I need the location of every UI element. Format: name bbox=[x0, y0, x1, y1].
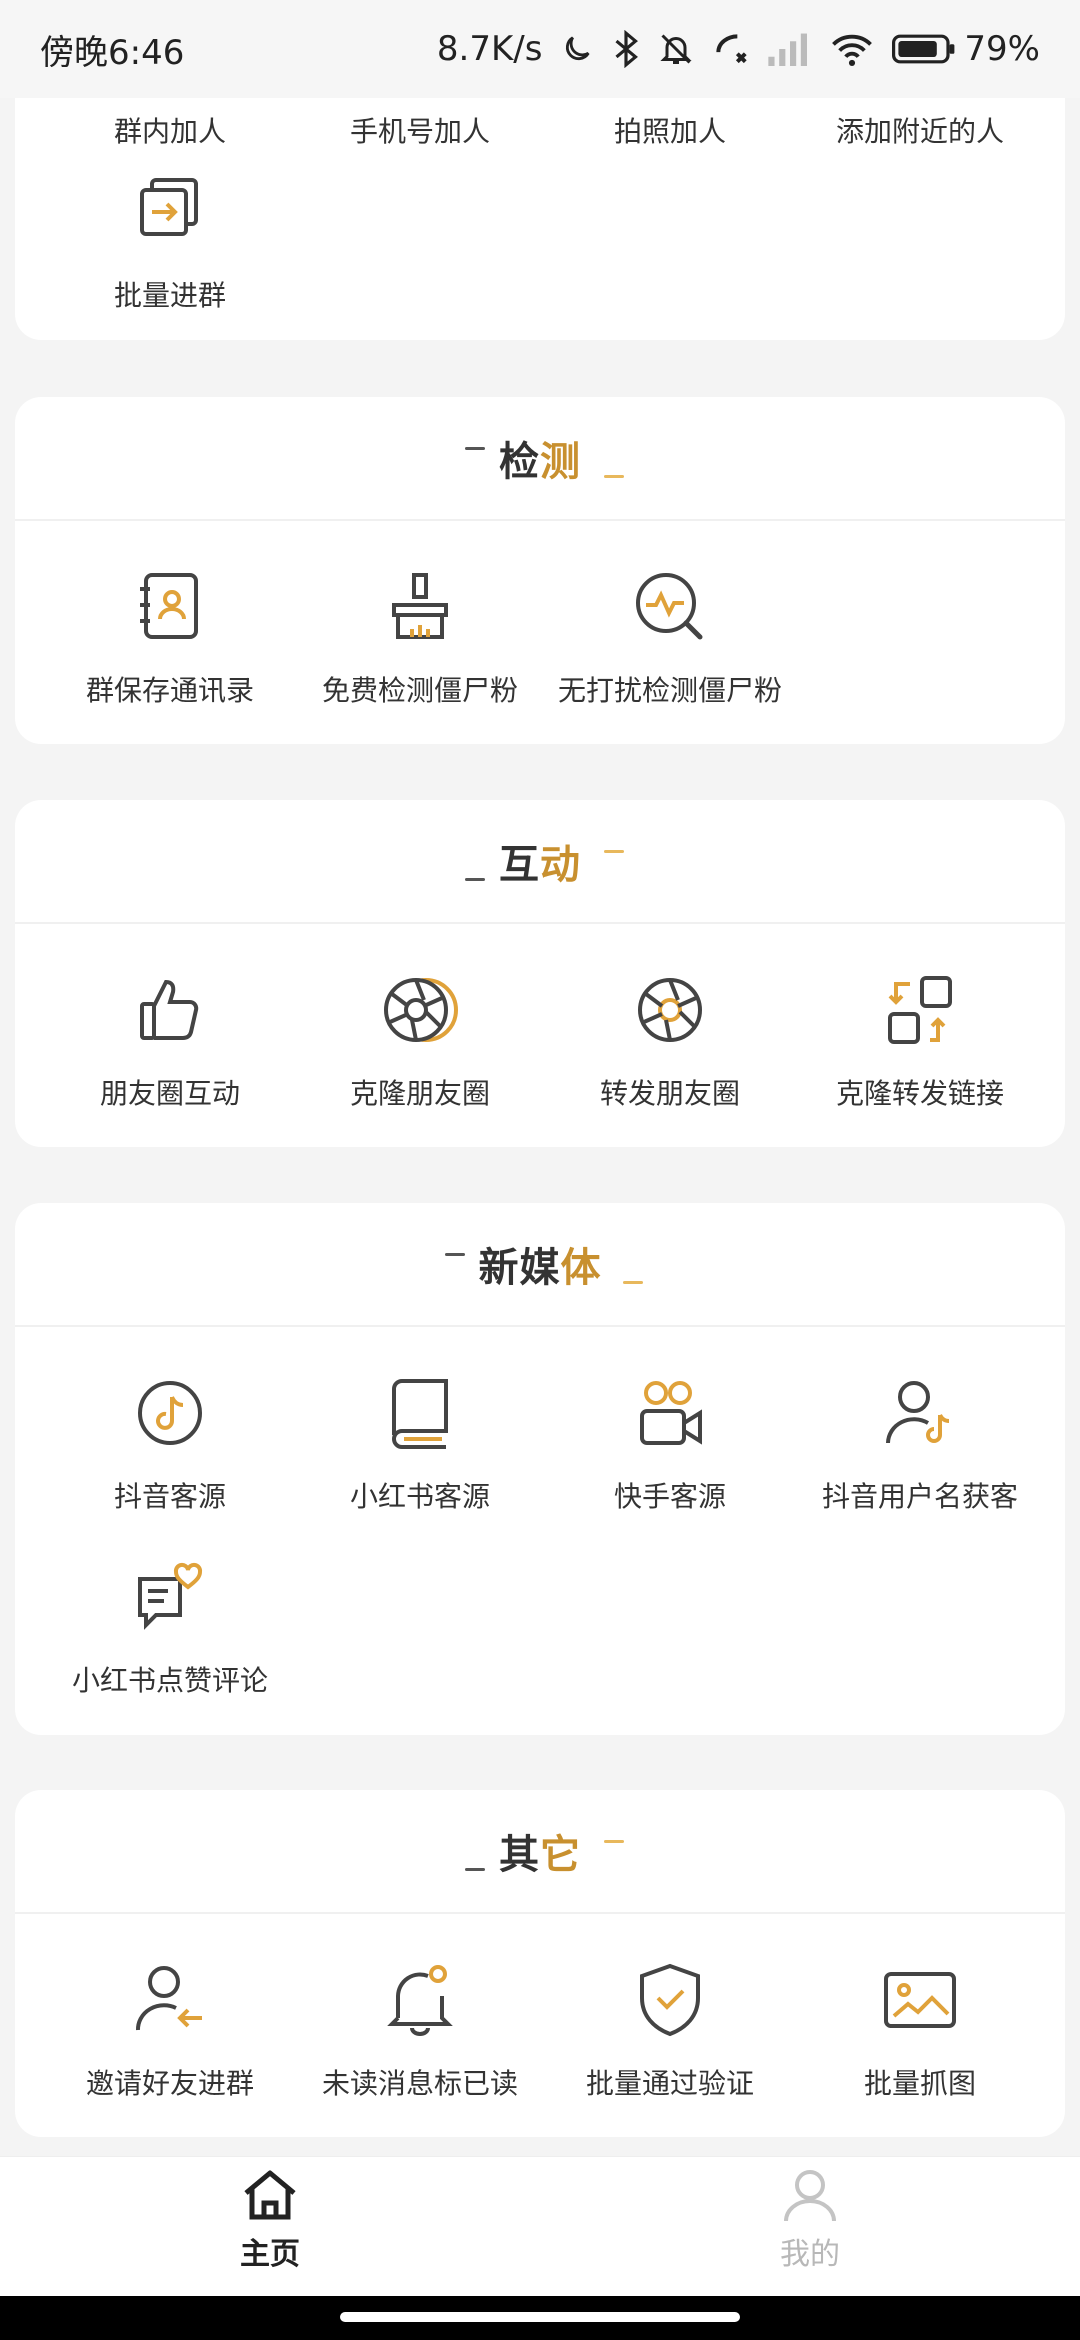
menu-item-label: 手机号加人 bbox=[349, 115, 490, 148]
menu-item-mark-read[interactable]: 未读消息标已读 bbox=[295, 1960, 545, 2102]
menu-item-label: 群保存通讯录 bbox=[85, 674, 254, 707]
menu-item-invite-friends[interactable]: 邀请好友进群 bbox=[45, 1960, 295, 2102]
menu-item-label: 未读消息标已读 bbox=[321, 2067, 518, 2100]
menu-item-batch-verify[interactable]: 批量通过验证 bbox=[545, 1960, 795, 2102]
video-camera-icon bbox=[640, 1381, 702, 1445]
battery-icon bbox=[892, 34, 955, 64]
menu-item-save-contacts[interactable]: 群保存通讯录 bbox=[45, 567, 295, 709]
aperture-clone-icon bbox=[384, 978, 458, 1042]
menu-item-label: 拍照加人 bbox=[613, 115, 726, 148]
section-title: 其它 bbox=[499, 1832, 581, 1878]
menu-item-forward-moments[interactable]: 转发朋友圈 bbox=[545, 970, 795, 1112]
system-home-bar bbox=[0, 2296, 1080, 2340]
menu-item-label: 邀请好友进群 bbox=[85, 2067, 254, 2100]
menu-item-batch-enter[interactable]: 批量进群 bbox=[45, 172, 295, 314]
menu-item-label: 抖音用户名获客 bbox=[821, 1480, 1018, 1513]
menu-item-label: 群内加人 bbox=[113, 115, 226, 148]
status-bar: 傍晚6:46 8.7K/s 79% bbox=[0, 0, 1080, 98]
menu-item-xhs-leads[interactable]: 小红书客源 bbox=[295, 1373, 545, 1515]
mute-bell-icon bbox=[660, 34, 693, 64]
menu-item-label: 转发朋友圈 bbox=[599, 1077, 740, 1110]
card-new-media: 新媒体 抖音客源 小红书客源 快手客源 抖音用户名获客 小红书点赞评论 bbox=[15, 1203, 1065, 1735]
wifi-icon bbox=[832, 34, 873, 66]
menu-item-silent-detect[interactable]: 无打扰检测僵尸粉 bbox=[545, 567, 795, 709]
search-pulse-icon bbox=[636, 573, 703, 640]
grid-swap-icon bbox=[888, 976, 952, 1044]
menu-item-label: 小红书点赞评论 bbox=[71, 1664, 268, 1697]
section-title: 检测 bbox=[499, 439, 581, 485]
home-indicator[interactable] bbox=[340, 2312, 740, 2322]
battery-level: 79% bbox=[964, 29, 1040, 69]
section-title: 互动 bbox=[499, 842, 581, 888]
menu-item-label: 快手客源 bbox=[613, 1480, 726, 1513]
book-icon bbox=[391, 1379, 448, 1449]
contact-book-icon bbox=[140, 573, 198, 639]
menu-item-label: 抖音客源 bbox=[113, 1480, 226, 1513]
menu-item-label: 批量通过验证 bbox=[585, 2067, 754, 2100]
menu-item-xhs-like-comment[interactable]: 小红书点赞评论 bbox=[45, 1557, 295, 1699]
menu-item-label: 批量进群 bbox=[113, 279, 226, 312]
menu-item-label: 添加附近的人 bbox=[835, 115, 1004, 148]
menu-item-clone-forward-link[interactable]: 克隆转发链接 bbox=[795, 970, 1045, 1112]
moon-icon bbox=[566, 36, 590, 61]
home-icon bbox=[244, 2170, 296, 2220]
card-detect: 检测 群保存通讯录 免费检测僵尸粉 无打扰检测僵尸粉 bbox=[15, 397, 1065, 744]
batch-enter-icon bbox=[140, 178, 198, 236]
menu-item-douyin-username[interactable]: 抖音用户名获客 bbox=[795, 1373, 1045, 1515]
status-time: 傍晚6:46 bbox=[40, 32, 185, 73]
user-icon bbox=[784, 2170, 836, 2222]
menu-item-free-detect[interactable]: 免费检测僵尸粉 bbox=[295, 567, 545, 709]
menu-item-moments-interact[interactable]: 朋友圈互动 bbox=[45, 970, 295, 1112]
section-header: 检测 bbox=[15, 397, 1065, 521]
nav-mine[interactable]: 我的 bbox=[540, 2157, 1080, 2296]
menu-item-label: 批量抓图 bbox=[863, 2067, 976, 2100]
signal-icon bbox=[768, 33, 808, 66]
menu-item-label: 朋友圈互动 bbox=[99, 1077, 240, 1110]
menu-item-label: 小红书客源 bbox=[349, 1480, 490, 1513]
comment-heart-icon bbox=[138, 1562, 203, 1630]
menu-item-batch-images[interactable]: 批量抓图 bbox=[795, 1960, 1045, 2102]
menu-item-label: 克隆朋友圈 bbox=[349, 1077, 490, 1110]
shield-check-icon bbox=[640, 1963, 700, 2037]
bottom-nav: 主页 我的 bbox=[0, 2156, 1080, 2296]
nav-mine-label: 我的 bbox=[780, 2237, 840, 2272]
brush-icon bbox=[392, 573, 448, 639]
network-speed: 8.7K/s bbox=[436, 29, 543, 69]
section-title: 新媒体 bbox=[478, 1245, 602, 1291]
invite-user-icon bbox=[135, 1966, 202, 2031]
menu-item-label: 克隆转发链接 bbox=[835, 1077, 1004, 1110]
menu-item-label: 免费检测僵尸粉 bbox=[321, 674, 518, 707]
bluetooth-icon bbox=[615, 30, 639, 68]
nav-home-label: 主页 bbox=[240, 2237, 300, 2272]
tiktok-circle-icon bbox=[138, 1381, 202, 1445]
section-header: 新媒体 bbox=[15, 1203, 1065, 1327]
image-icon bbox=[884, 1972, 956, 2028]
section-header: 其它 bbox=[15, 1790, 1065, 1914]
menu-item-clone-moments[interactable]: 克隆朋友圈 bbox=[295, 970, 545, 1112]
menu-item-douyin-leads[interactable]: 抖音客源 bbox=[45, 1373, 295, 1515]
section-header: 互动 bbox=[15, 800, 1065, 924]
user-music-icon bbox=[886, 1381, 950, 1444]
aperture-icon bbox=[638, 978, 702, 1042]
thumbs-up-icon bbox=[140, 979, 199, 1040]
menu-item-label: 无打扰检测僵尸粉 bbox=[557, 674, 782, 707]
app-screen: 傍晚6:46 8.7K/s 79% 群内加人 手机号加人 拍照加人 添加附近的人… bbox=[0, 0, 1080, 2340]
card-other: 其它 邀请好友进群 未读消息标已读 批量通过验证 批量抓图 bbox=[15, 1790, 1065, 2137]
card-interact: 互动 朋友圈互动 克隆朋友圈 转发朋友圈 克隆转发链接 bbox=[15, 800, 1065, 1147]
bell-icon bbox=[387, 1965, 453, 2036]
nav-home[interactable]: 主页 bbox=[0, 2157, 540, 2296]
missed-call-icon bbox=[716, 34, 748, 64]
menu-item-kuaishou-leads[interactable]: 快手客源 bbox=[545, 1373, 795, 1515]
